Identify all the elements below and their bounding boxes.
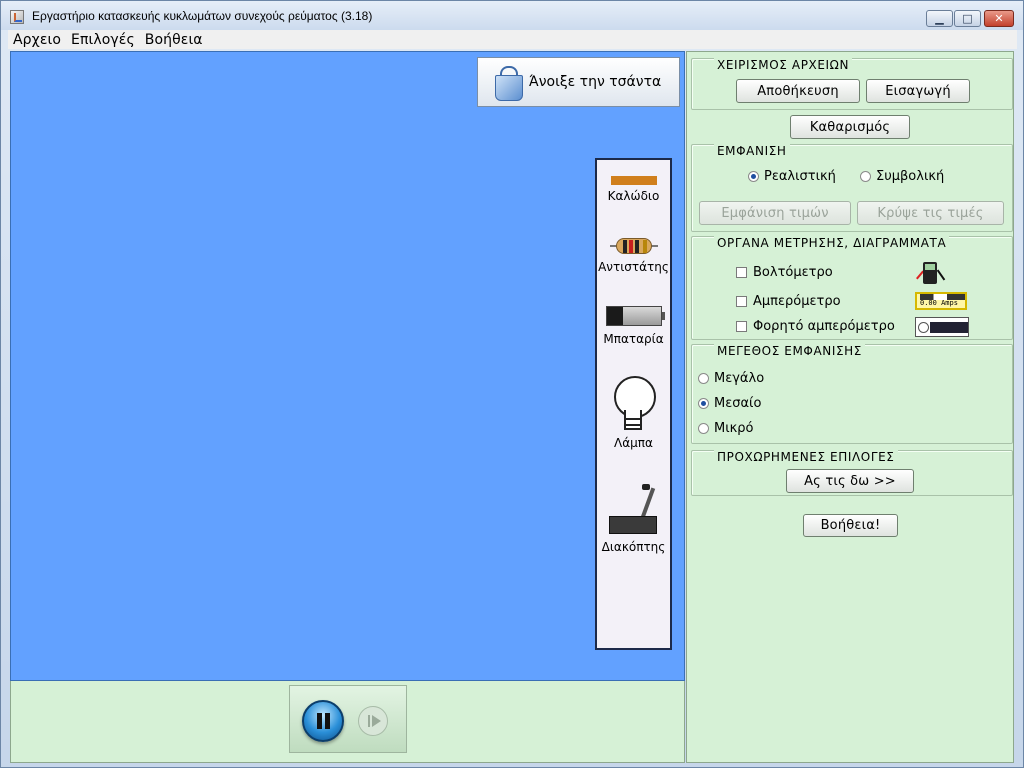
realistic-label: Ρεαλιστική [764,169,836,184]
show-values-button[interactable]: Εμφάνιση τιμών [699,201,851,225]
toolbox-wire[interactable]: Καλώδιο [597,176,670,203]
size-small-radio-dot [698,423,709,434]
toolbox-switch[interactable]: Διακόπτης [597,484,670,554]
toolbox-resistor[interactable]: Αντιστάτης [597,238,670,274]
playback-area [10,681,685,763]
size-small-label: Μικρό [714,421,754,436]
size-medium-radio[interactable]: Μεσαίο [698,396,761,411]
advanced-options-button[interactable]: Ας τις δω >> [786,469,914,493]
close-button[interactable]: ✕ [984,10,1014,27]
java-app-icon [10,10,24,24]
size-large-label: Μεγάλο [714,371,765,386]
hide-values-button[interactable]: Κρύψε τις τιμές [857,201,1004,225]
open-bag-label: Άνοιξε την τσάντα [529,74,662,90]
instruments-group-title: ΟΡΓΑΝΑ ΜΕΤΡΗΣΗΣ, ΔΙΑΓΡΑΜΜΑΤΑ [714,236,950,250]
voltmeter-icon [913,260,949,288]
minimize-button[interactable]: ▁ [926,10,953,27]
ammeter-check-box [736,296,747,307]
probe-ammeter-check-box [736,321,747,332]
pause-icon[interactable] [302,700,344,742]
ammeter-label: Αμπερόμετρο [753,294,841,309]
title-bar[interactable]: Εργαστήριο κατασκευής κυκλωμάτων συνεχού… [1,1,1023,30]
symbolic-radio-dot [860,171,871,182]
realistic-radio-dot [748,171,759,182]
menu-help[interactable]: Βοήθεια [140,32,208,48]
help-button[interactable]: Βοήθεια! [803,514,898,537]
wire-icon [610,176,657,185]
size-group: ΜΕΓΕΘΟΣ ΕΜΦΑΝΙΣΗΣ Μεγάλο Μεσαίο Μικρό [691,344,1013,444]
size-large-radio-dot [698,373,709,384]
toolbox-bulb[interactable]: Λάμπα [597,376,670,450]
save-button[interactable]: Αποθήκευση [736,79,860,103]
view-group-title: ΕΜΦΑΝΙΣΗ [714,144,790,158]
probe-ammeter-label: Φορητό αμπερόμετρο [753,319,895,334]
control-panel: ΧΕΙΡΙΣΜΟΣ ΑΡΧΕΙΩΝ Αποθήκευση Εισαγωγή Κα… [686,51,1014,763]
toolbox-wire-label: Καλώδιο [607,189,660,203]
advanced-group-title: ΠΡΟΧΩΡΗΜΕΝΕΣ ΕΠΙΛΟΓΕΣ [714,450,898,464]
step-icon[interactable] [358,706,388,736]
battery-icon [605,306,665,326]
open-bag-button[interactable]: Άνοιξε την τσάντα [477,57,680,107]
bulb-icon [613,376,656,432]
size-medium-label: Μεσαίο [714,396,762,411]
size-medium-radio-dot [698,398,709,409]
maximize-button[interactable]: □ [954,10,981,27]
toolbox-battery-label: Μπαταρία [603,332,664,346]
symbolic-label: Συμβολική [876,169,945,184]
voltmeter-check-box [736,267,747,278]
ammeter-icon: 0.00 Amps [915,292,967,310]
window-title: Εργαστήριο κατασκευής κυκλωμάτων συνεχού… [32,9,373,23]
menu-file[interactable]: Αρχειο [8,32,66,48]
voltmeter-label: Βολτόμετρο [753,265,833,280]
toolbox-battery[interactable]: Μπαταρία [597,306,670,346]
voltmeter-checkbox[interactable]: Βολτόμετρο [736,265,833,280]
toolbox-resistor-label: Αντιστάτης [598,260,669,274]
shopping-bag-icon [493,65,523,101]
menu-bar: Αρχειο Επιλογές Βοήθεια [8,30,1017,49]
ammeter-checkbox[interactable]: Αμπερόμετρο [736,294,841,309]
probe-ammeter-icon [915,317,969,337]
symbolic-radio[interactable]: Συμβολική [860,169,944,184]
probe-ammeter-checkbox[interactable]: Φορητό αμπερόμετρο [736,319,895,334]
realistic-radio[interactable]: Ρεαλιστική [748,169,836,184]
toolbox-switch-label: Διακόπτης [601,540,666,554]
resistor-icon [609,238,658,254]
clear-button[interactable]: Καθαρισμός [790,115,910,139]
toolbox-bulb-label: Λάμπα [614,436,653,450]
import-button[interactable]: Εισαγωγή [866,79,970,103]
size-large-radio[interactable]: Μεγάλο [698,371,764,386]
advanced-group: ΠΡΟΧΩΡΗΜΕΝΕΣ ΕΠΙΛΟΓΕΣ Ας τις δω >> [691,450,1013,496]
view-group: ΕΜΦΑΝΙΣΗ Ρεαλιστική Συμβολική Εμφάνιση τ… [691,144,1013,232]
menu-options[interactable]: Επιλογές [66,32,140,48]
size-small-radio[interactable]: Μικρό [698,421,753,436]
size-group-title: ΜΕΓΕΘΟΣ ΕΜΦΑΝΙΣΗΣ [714,344,865,358]
playback-controls [289,685,407,753]
circuit-canvas[interactable]: Άνοιξε την τσάντα Καλώδιο Αντιστάτης Μπα… [10,51,685,681]
ammeter-readout: 0.00 Amps [920,299,958,307]
component-toolbox: Καλώδιο Αντιστάτης Μπαταρία Λάμπα Διακόπ… [595,158,672,650]
file-group-title: ΧΕΙΡΙΣΜΟΣ ΑΡΧΕΙΩΝ [714,58,853,72]
switch-icon [608,484,659,536]
file-group: ΧΕΙΡΙΣΜΟΣ ΑΡΧΕΙΩΝ Αποθήκευση Εισαγωγή [691,58,1013,110]
app-window: Εργαστήριο κατασκευής κυκλωμάτων συνεχού… [0,0,1024,768]
